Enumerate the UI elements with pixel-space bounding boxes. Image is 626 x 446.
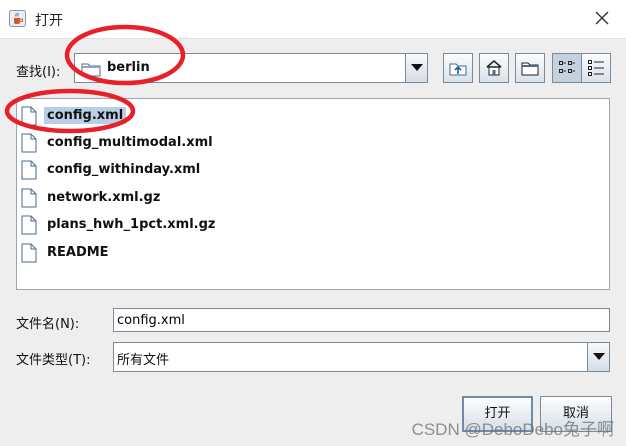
new-folder-button[interactable]: [515, 53, 545, 83]
list-view-icon: [559, 61, 575, 73]
window-title: 打开: [35, 13, 63, 29]
title-bar: 打开: [0, 0, 626, 39]
file-icon: [21, 133, 37, 153]
folder-icon: [81, 63, 101, 77]
file-name: plans_hwh_1pct.xml.gz: [47, 217, 216, 232]
details-view-icon: [588, 60, 604, 76]
java-cup-icon: [9, 10, 26, 27]
home-button[interactable]: [479, 53, 509, 83]
file-icon: [21, 188, 37, 208]
file-name: config_multimodal.xml: [47, 135, 213, 150]
look-in-value: berlin: [107, 60, 150, 75]
file-icon: [21, 243, 37, 263]
watermark: CSDN @DeboDebo兔子啊: [411, 420, 614, 439]
up-one-level-icon: [449, 63, 467, 76]
new-folder-icon: [521, 62, 539, 76]
close-icon[interactable]: [592, 8, 612, 28]
details-view-button[interactable]: [581, 53, 611, 83]
chevron-down-icon: [411, 64, 423, 71]
list-view-button[interactable]: [552, 53, 582, 83]
file-name: config.xml: [44, 107, 127, 124]
filetype-dropdown-arrow[interactable]: [587, 343, 609, 371]
filetype-value: 所有文件: [117, 353, 170, 368]
chevron-down-icon: [593, 353, 605, 360]
filename-label: 文件名(N):: [16, 317, 80, 332]
file-list[interactable]: config.xml config_multimodal.xml config_…: [16, 98, 610, 290]
filetype-label: 文件类型(T):: [16, 353, 91, 368]
file-name: config_withinday.xml: [47, 162, 201, 177]
look-in-dropdown-arrow[interactable]: [405, 54, 427, 82]
filetype-combobox[interactable]: 所有文件: [113, 342, 610, 372]
file-name: README: [47, 245, 109, 260]
file-icon: [21, 106, 37, 126]
file-icon: [21, 215, 37, 235]
up-one-level-button[interactable]: [443, 53, 473, 83]
home-icon: [486, 60, 502, 76]
look-in-label: 查找(I):: [16, 65, 61, 80]
file-icon: [21, 160, 37, 180]
file-name: network.xml.gz: [47, 190, 161, 205]
filename-input[interactable]: [113, 308, 610, 332]
look-in-combobox[interactable]: berlin: [74, 53, 428, 83]
